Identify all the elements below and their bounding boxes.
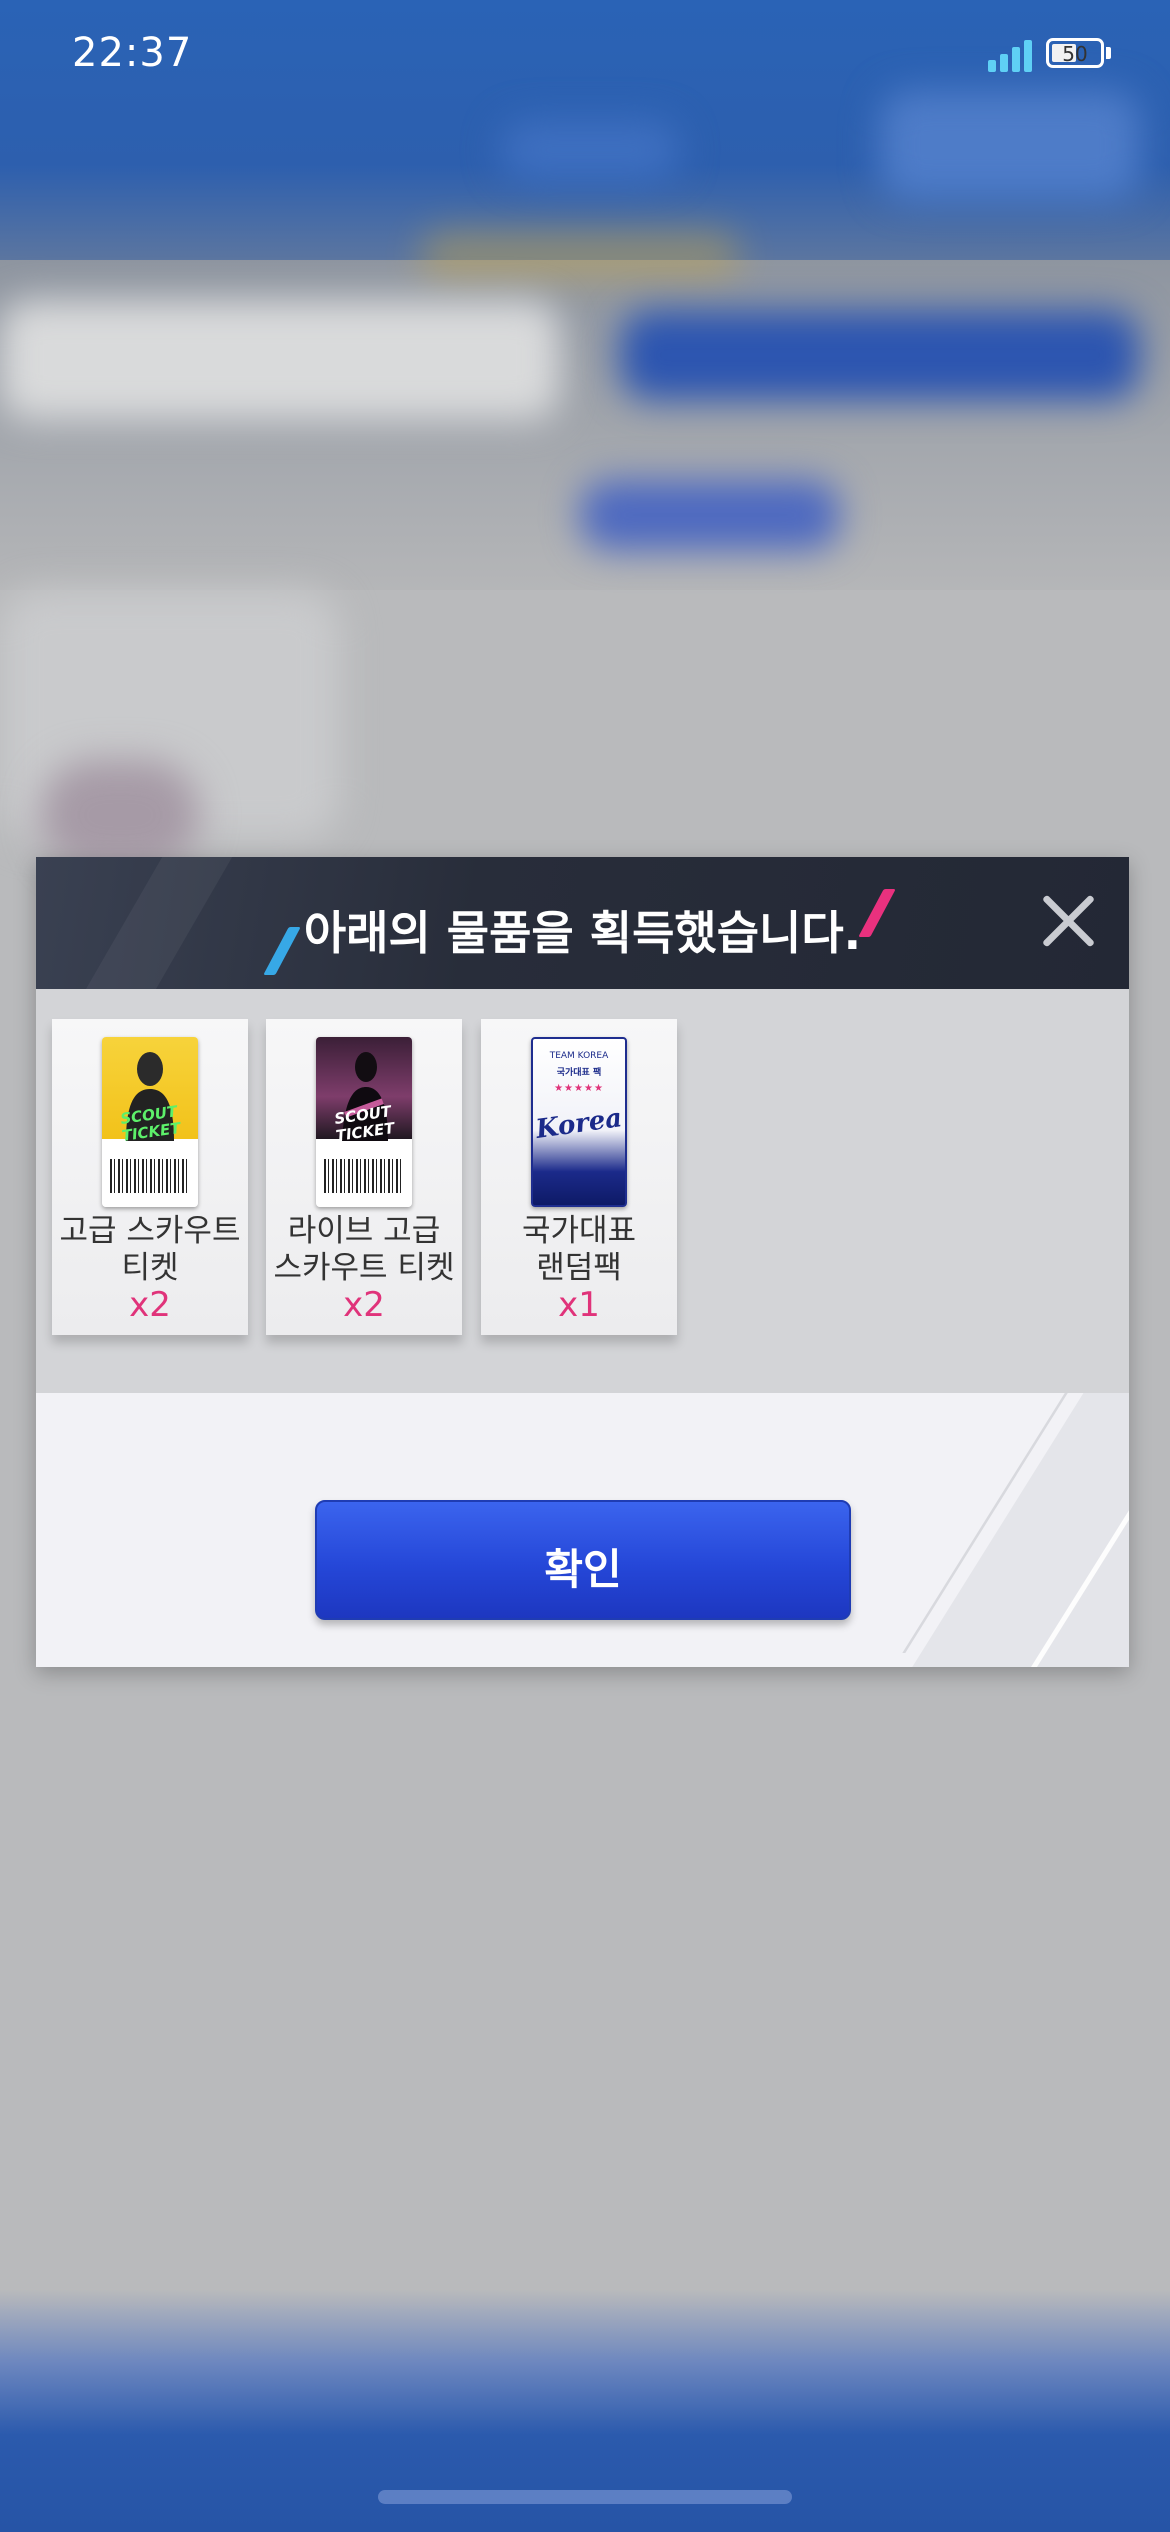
dialog-title: 아래의 물품을 획득했습니다. [303,906,862,960]
home-indicator[interactable] [378,2490,792,2504]
background-blob [880,90,1140,200]
reward-item-name: 국가대표 랜덤팩 [521,1213,637,1286]
reward-item-quantity: x1 [558,1285,600,1325]
national-team-pack-icon: TEAM KOREA 국가대표 팩 ★★★★★ Korea [531,1037,627,1207]
background-blob [420,230,740,280]
barcode-icon [110,1159,190,1193]
battery-level: 50 [1062,42,1088,66]
pack-title-text: 국가대표 팩 [556,1068,602,1078]
battery-icon: 50 [1046,38,1104,68]
background-blob [40,760,200,870]
reward-items-area: SCOUT TICKET 고급 스카우트 티켓 x2 SCOUT TICKET … [36,989,1129,1393]
live-advanced-scout-ticket-icon: SCOUT TICKET [316,1037,412,1207]
reward-item-quantity: x2 [129,1285,171,1325]
dialog-footer: 확인 [36,1393,1129,1667]
close-icon[interactable] [1039,891,1099,951]
reward-item-name: 고급 스카우트 티켓 [59,1213,241,1286]
status-time: 22:37 [72,30,193,76]
reward-item[interactable]: SCOUT TICKET 고급 스카우트 티켓 x2 [52,1019,248,1335]
background-blob [500,120,680,180]
pack-korea-logo: Korea [534,1103,624,1145]
background-blob [0,300,560,420]
reward-item[interactable]: SCOUT TICKET 라이브 고급 스카우트 티켓 x2 [266,1019,462,1335]
signal-icon [988,38,1034,72]
ticket-art-text: SCOUT TICKET [333,1102,396,1145]
advanced-scout-ticket-icon: SCOUT TICKET [102,1037,198,1207]
reward-item[interactable]: TEAM KOREA 국가대표 팩 ★★★★★ Korea 국가대표 랜덤팩 x… [481,1019,677,1335]
pack-stars: ★★★★★ [554,1083,604,1094]
barcode-icon [324,1159,404,1193]
reward-item-name: 라이브 고급 스카우트 티켓 [273,1213,455,1286]
reward-item-quantity: x2 [343,1285,385,1325]
reward-dialog: 아래의 물품을 획득했습니다. SCOUT TICKET 고급 스카우트 티켓 [36,857,1129,1667]
battery-cap [1106,47,1111,59]
dialog-header: 아래의 물품을 획득했습니다. [36,857,1129,989]
background-blob [580,480,840,550]
confirm-button[interactable]: 확인 [315,1500,851,1620]
pack-team-text: TEAM KOREA [549,1051,609,1061]
confirm-button-label: 확인 [544,1545,622,1594]
ticket-art-text: SCOUT TICKET [119,1102,182,1145]
background-blob [620,310,1140,400]
